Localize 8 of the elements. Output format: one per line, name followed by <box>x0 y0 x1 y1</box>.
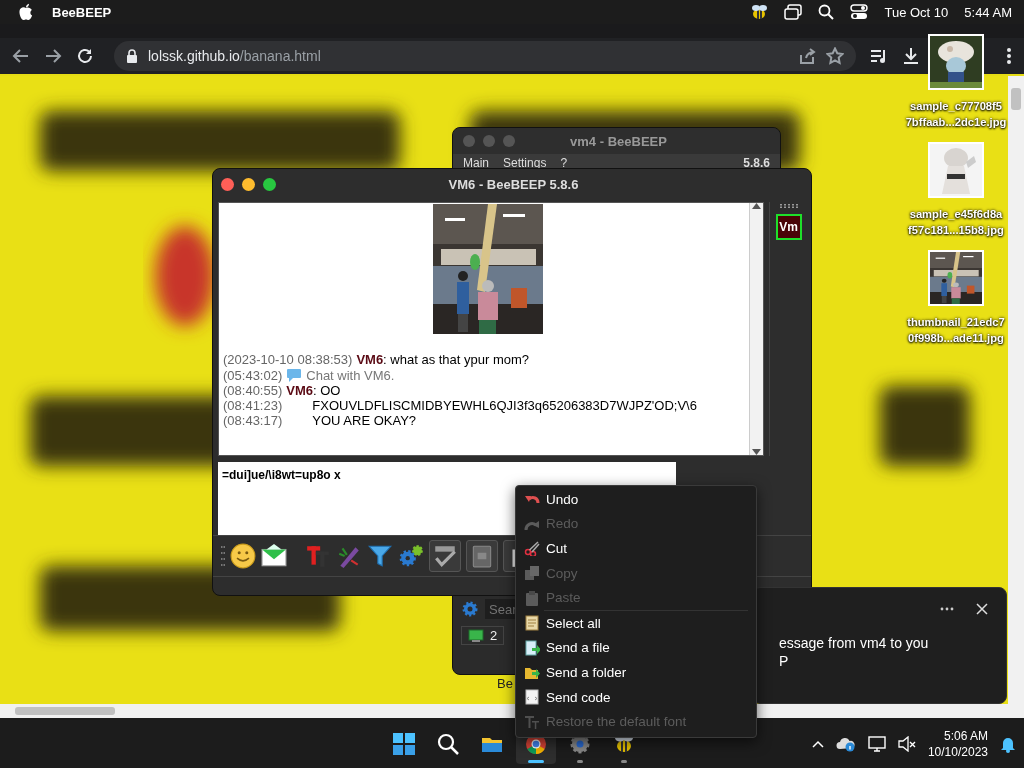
menubar-date: Tue Oct 10 <box>884 4 949 20</box>
address-bar[interactable]: lolssk.github.io/banana.html <box>114 41 856 71</box>
clock-time: 5:06 AM <box>942 728 988 744</box>
app-name: BeeBEEP <box>52 4 112 20</box>
menubar-time: 5:44 AM <box>964 4 1012 20</box>
clock-date: 10/10/2023 <box>927 744 988 760</box>
clock[interactable]: 5:06 AM 10/10/2023 <box>927 728 988 760</box>
address-text: lolssk.github.io/banana.html <box>148 48 322 64</box>
